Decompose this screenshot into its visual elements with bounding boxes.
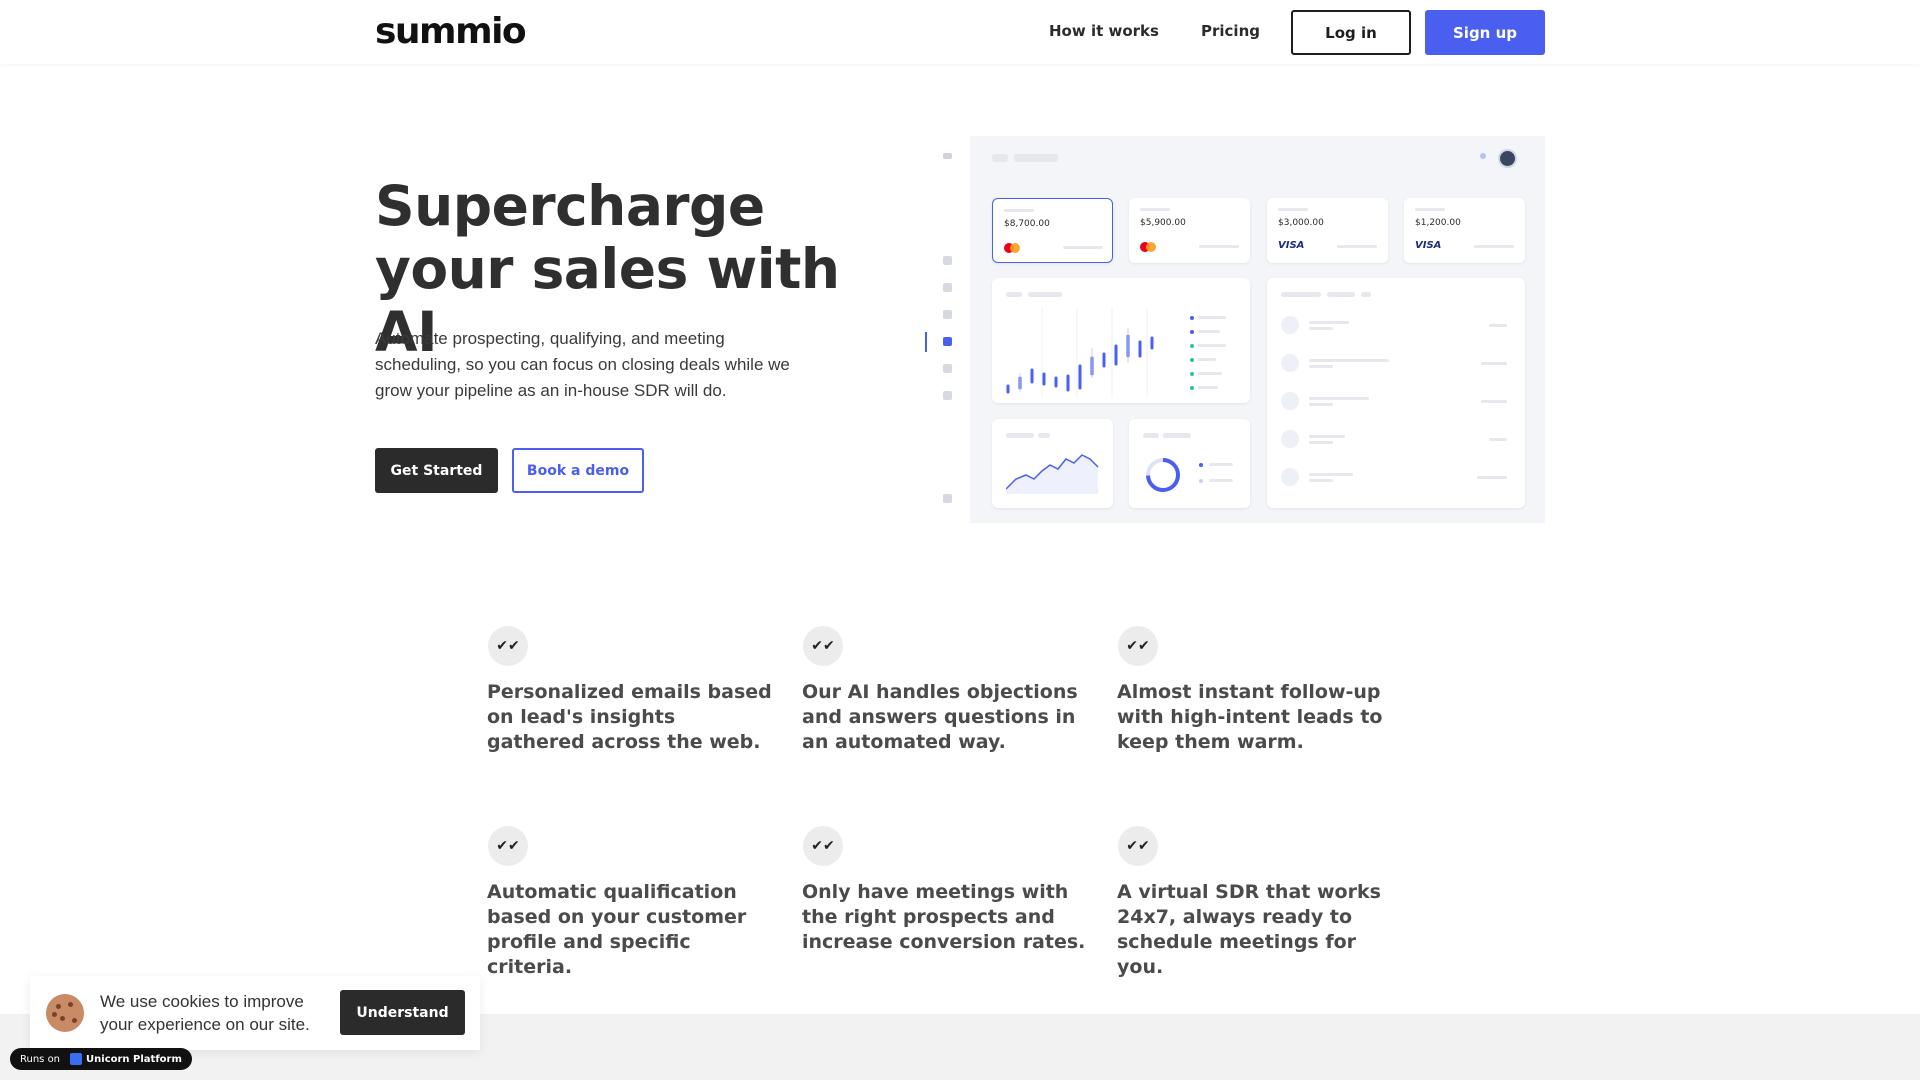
feature-text: Almost instant follow-up with high-inten… bbox=[1117, 681, 1383, 753]
active-indicator bbox=[925, 332, 927, 352]
chart-card bbox=[992, 278, 1250, 403]
hero-subtitle: Automate prospecting, qualifying, and me… bbox=[375, 329, 790, 400]
skeleton bbox=[1038, 433, 1050, 438]
grid-icon bbox=[943, 283, 952, 292]
card-amount: $8,700.00 bbox=[1004, 219, 1050, 229]
get-started-button[interactable]: Get Started bbox=[375, 448, 498, 493]
double-check-icon: ✔✔ bbox=[1118, 826, 1158, 866]
dashboard-preview: $8,700.00 $5,900.00 $3,000.00 VISA $1,20… bbox=[924, 136, 1545, 523]
notification-icon bbox=[1480, 153, 1486, 159]
double-check-icon: ✔✔ bbox=[488, 626, 528, 666]
chat-icon bbox=[943, 310, 952, 319]
skeleton bbox=[1474, 245, 1514, 248]
skeleton bbox=[1063, 246, 1103, 249]
double-check-icon: ✔✔ bbox=[803, 626, 843, 666]
payment-card: $5,900.00 bbox=[1129, 198, 1250, 263]
calendar-icon bbox=[943, 364, 952, 373]
skeleton bbox=[992, 154, 1008, 162]
candlestick-chart bbox=[1006, 308, 1154, 398]
skeleton bbox=[1006, 292, 1022, 297]
signup-button[interactable]: Sign up bbox=[1425, 10, 1545, 55]
book-demo-button[interactable]: Book a demo bbox=[512, 448, 644, 493]
mastercard-icon bbox=[1140, 242, 1156, 252]
skeleton bbox=[1006, 433, 1034, 438]
feature-text: Our AI handles objections and answers qu… bbox=[802, 681, 1078, 753]
avatar bbox=[1498, 149, 1517, 168]
dashboard-sidebar bbox=[924, 136, 970, 523]
menu-icon bbox=[943, 153, 952, 159]
feature-text: A virtual SDR that works 24x7, always re… bbox=[1117, 881, 1381, 978]
skeleton bbox=[1140, 208, 1170, 211]
skeleton bbox=[1278, 208, 1308, 211]
card-amount: $1,200.00 bbox=[1415, 218, 1461, 228]
site-header: summio How it works Pricing Log in Sign … bbox=[0, 0, 1920, 64]
chart-legend bbox=[1190, 316, 1240, 396]
understand-button[interactable]: Understand bbox=[340, 990, 465, 1035]
skeleton bbox=[1004, 209, 1034, 212]
cookie-icon bbox=[46, 994, 84, 1032]
feature-text: Automatic qualification based on your cu… bbox=[487, 881, 747, 978]
platform-name: Unicorn Platform bbox=[86, 1054, 182, 1065]
area-chart-card bbox=[992, 419, 1113, 508]
payment-card: $3,000.00 VISA bbox=[1267, 198, 1388, 263]
home-icon bbox=[943, 256, 952, 265]
runs-on-label: Runs on bbox=[20, 1053, 61, 1065]
skeleton bbox=[1199, 245, 1239, 248]
platform-name-wrapper: Unicorn Platform bbox=[70, 1053, 182, 1065]
donut-chart bbox=[1146, 458, 1180, 492]
transactions-card bbox=[1267, 278, 1525, 508]
transaction-list bbox=[1281, 316, 1511, 496]
dashboard-main: $8,700.00 $5,900.00 $3,000.00 VISA $1,20… bbox=[970, 136, 1545, 523]
skeleton bbox=[1415, 208, 1445, 211]
skeleton bbox=[1028, 292, 1062, 297]
feature-text: Personalized emails based on lead's insi… bbox=[487, 681, 772, 753]
nav-pricing[interactable]: Pricing bbox=[1201, 22, 1260, 40]
donut-chart-card bbox=[1129, 419, 1250, 508]
skeleton bbox=[1337, 245, 1377, 248]
cookie-message: We use cookies to improve your experienc… bbox=[100, 992, 310, 1034]
double-check-icon: ✔✔ bbox=[488, 826, 528, 866]
platform-badge[interactable]: Runs on Unicorn Platform bbox=[10, 1048, 192, 1070]
message-icon bbox=[943, 391, 952, 400]
card-amount: $3,000.00 bbox=[1278, 218, 1324, 228]
unicorn-logo-icon bbox=[70, 1053, 83, 1065]
double-check-icon: ✔✔ bbox=[1118, 626, 1158, 666]
card-amount: $5,900.00 bbox=[1140, 218, 1186, 228]
payment-card: $8,700.00 bbox=[992, 198, 1113, 263]
cookie-banner: We use cookies to improve your experienc… bbox=[30, 976, 480, 1050]
wallet-icon bbox=[943, 337, 952, 346]
nav-how-it-works[interactable]: How it works bbox=[1049, 22, 1159, 40]
payment-card: $1,200.00 VISA bbox=[1404, 198, 1525, 263]
visa-logo: VISA bbox=[1278, 240, 1305, 251]
skeleton bbox=[1143, 433, 1159, 438]
area-chart bbox=[1006, 454, 1099, 494]
user-icon bbox=[943, 494, 952, 503]
brand-logo[interactable]: summio bbox=[375, 11, 527, 52]
double-check-icon: ✔✔ bbox=[803, 826, 843, 866]
mastercard-icon bbox=[1004, 243, 1020, 253]
skeleton bbox=[1361, 292, 1371, 297]
skeleton bbox=[1281, 292, 1321, 297]
skeleton bbox=[1163, 433, 1191, 438]
skeleton bbox=[1014, 154, 1058, 162]
skeleton bbox=[1327, 292, 1355, 297]
visa-logo: VISA bbox=[1415, 240, 1442, 251]
login-button[interactable]: Log in bbox=[1291, 10, 1411, 55]
feature-text: Only have meetings with the right prospe… bbox=[802, 881, 1086, 953]
